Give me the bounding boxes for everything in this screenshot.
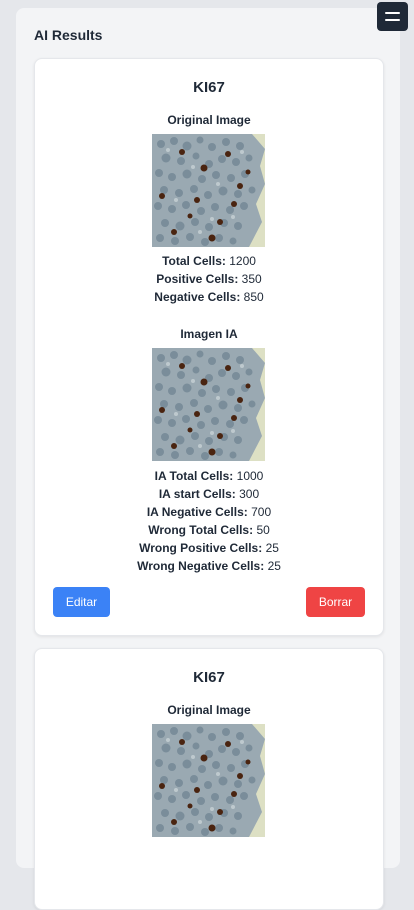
stat-value: 50 (256, 523, 270, 537)
stat-value: 25 (265, 541, 279, 555)
results-panel: AI Results KI67 Original Image Total Cel… (16, 8, 400, 910)
hamburger-menu-icon-bar (385, 19, 400, 21)
original-image (152, 724, 265, 837)
delete-button[interactable]: Borrar (306, 587, 365, 617)
ai-image (152, 348, 265, 461)
stat-row: IA Total Cells: 1000 (35, 467, 383, 485)
original-image-label: Original Image (167, 703, 251, 717)
stat-row: Total Cells: 1200 (35, 252, 383, 270)
stat-value: 1200 (229, 254, 256, 268)
stat-value: 1000 (236, 469, 264, 483)
stat-label: Wrong Positive Cells: (139, 541, 263, 555)
stat-label: IA Total Cells: (154, 469, 234, 483)
stat-value: 350 (241, 272, 262, 286)
stat-label: Positive Cells: (156, 272, 239, 286)
stat-row: Wrong Positive Cells: 25 (35, 539, 383, 557)
edit-button[interactable]: Editar (53, 587, 110, 617)
page-title: AI Results (34, 27, 103, 43)
stat-row: Positive Cells: 350 (35, 270, 383, 288)
stat-label: Wrong Total Cells: (148, 523, 254, 537)
stat-value: 850 (243, 290, 264, 304)
stat-label: Total Cells: (162, 254, 226, 268)
hamburger-menu-icon (385, 12, 400, 14)
menu-button[interactable] (377, 2, 408, 31)
stat-value: 700 (251, 505, 272, 519)
stat-label: IA Negative Cells: (146, 505, 248, 519)
stat-row: Negative Cells: 850 (35, 288, 383, 306)
stat-value: 25 (267, 559, 281, 573)
stat-row: IA Negative Cells: 700 (35, 503, 383, 521)
stat-row: Wrong Negative Cells: 25 (35, 557, 383, 575)
stat-row: Wrong Total Cells: 50 (35, 521, 383, 539)
original-stats: Total Cells: 1200 Positive Cells: 350 Ne… (35, 252, 383, 306)
stat-value: 300 (239, 487, 260, 501)
result-card: KI67 Original Image Total Cells: 1200 Po… (34, 58, 384, 636)
stat-label: Negative Cells: (154, 290, 241, 304)
card-title: KI67 (193, 669, 225, 686)
ai-image-label: Imagen IA (180, 327, 238, 341)
card-title: KI67 (193, 79, 225, 96)
original-image-label: Original Image (167, 113, 251, 127)
original-image (152, 134, 265, 247)
stat-label: Wrong Negative Cells: (137, 559, 265, 573)
stat-row: IA start Cells: 300 (35, 485, 383, 503)
result-card: KI67 Original Image (34, 648, 384, 910)
ai-stats: IA Total Cells: 1000 IA start Cells: 300… (35, 467, 383, 575)
stat-label: IA start Cells: (158, 487, 236, 501)
